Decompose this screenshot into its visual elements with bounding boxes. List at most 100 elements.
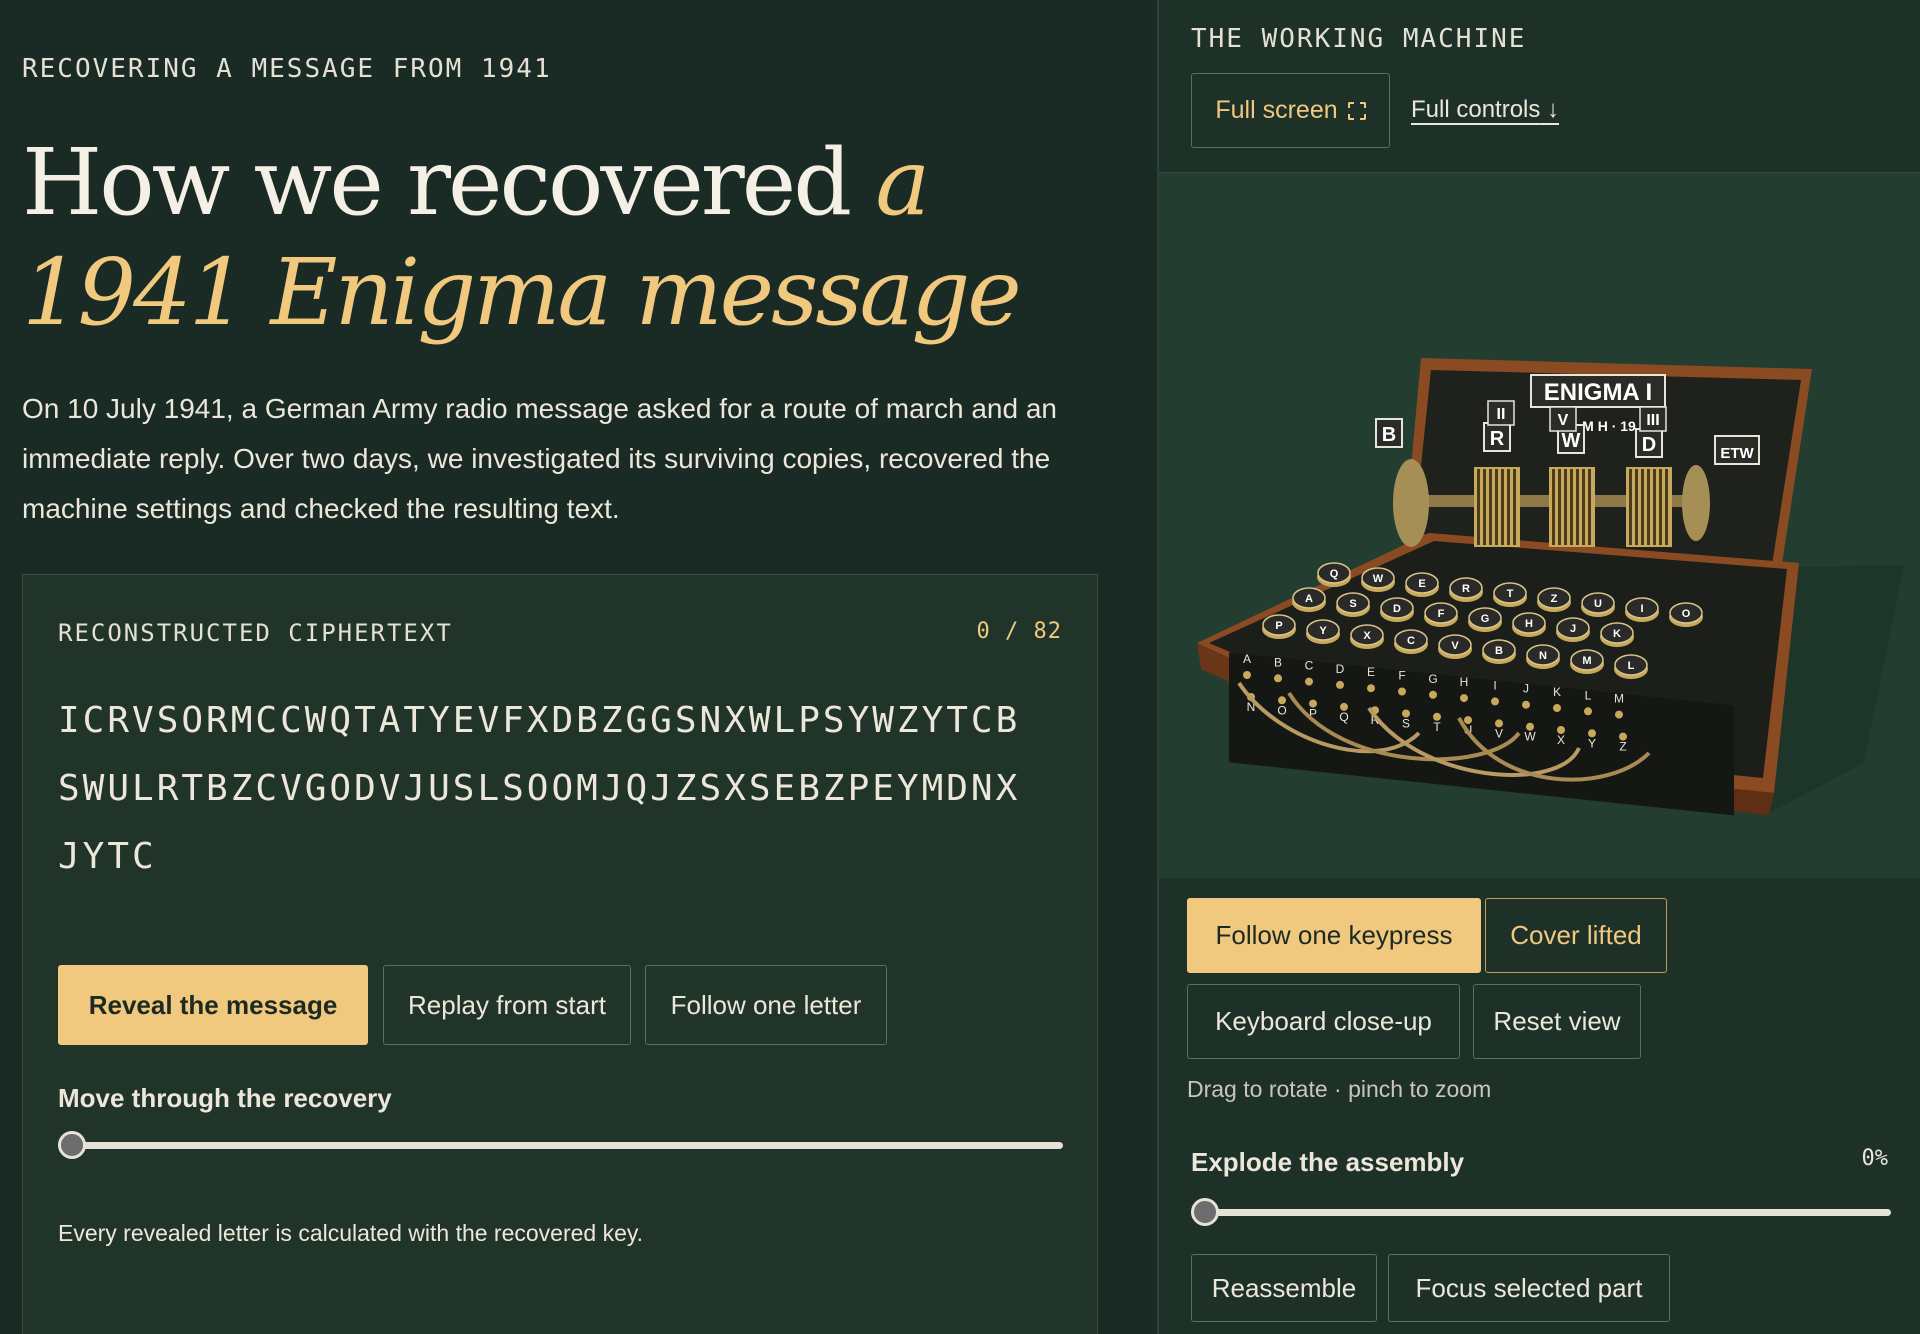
key-letter: U [1594,598,1602,610]
ciphertext-block: ICRVSORMCCWQTATYEVFXDBZGGSNXWLPSYWZYTCB … [58,687,1068,891]
plug-letter: E [1367,665,1375,679]
plug-socket [1243,671,1251,679]
ciphertext-line: SWULRTBZCVGODVJUSLSOOMJQJZSXSEBZPEYMDNX [58,768,1021,809]
rotor-numeral: V [1558,412,1569,429]
ciphertext-line: JYTC [58,836,157,877]
enigma-model[interactable]: ENIGMA I M H · 19 B R W D ETWII V III QWERTZUI… [1159,173,1920,879]
plug-letter: K [1553,685,1561,699]
plug-letter: C [1305,659,1314,673]
reset-view-button[interactable]: Reset view [1473,984,1641,1059]
plug-letter: B [1274,655,1282,669]
plug-socket [1367,684,1375,693]
plug-letter: S [1402,717,1410,731]
headline-plain: How we recovered [22,129,876,236]
recovery-slider[interactable] [58,1131,1063,1161]
reassemble-button[interactable]: Reassemble [1191,1254,1377,1322]
ciphertext-label: RECONSTRUCTED CIPHERTEXT [58,619,453,647]
plug-letter: Y [1588,736,1596,750]
explode-slider[interactable] [1191,1198,1891,1228]
plug-letter: W [1524,730,1536,744]
plug-letter: A [1243,652,1251,666]
plug-letter: V [1495,726,1503,740]
recovery-slider-thumb[interactable] [58,1131,86,1159]
key-letter: Q [1330,568,1339,580]
rotor-label: ETW [1720,445,1754,462]
plug-socket [1491,697,1499,706]
rotor-rib [1641,469,1644,545]
machine-column: THE WORKING MACHINE Full screen Full con… [1157,0,1920,1334]
explode-slider-thumb[interactable] [1191,1198,1219,1226]
full-screen-button[interactable]: Full screen [1191,73,1390,148]
rotor-numeral: III [1646,412,1659,429]
recovery-slider-track[interactable] [58,1142,1063,1149]
follow-keypress-button[interactable]: Follow one keypress [1187,898,1481,973]
enigma-title: ENIGMA I [1544,379,1652,406]
rotor-rib [1507,469,1510,545]
key-letter: N [1539,650,1547,662]
replay-button[interactable]: Replay from start [383,965,631,1045]
focus-part-button[interactable]: Focus selected part [1388,1254,1670,1322]
plug-letter: Z [1619,740,1626,754]
rotor-label: D [1642,434,1656,456]
rotor-rib [1647,469,1650,545]
plug-letter: L [1585,688,1592,702]
rotor-rib [1635,469,1638,545]
rotor-rib [1558,469,1561,545]
explode-slider-track[interactable] [1191,1209,1891,1216]
rotor-rib [1513,469,1516,545]
plug-socket [1522,700,1530,709]
article-eyebrow: RECOVERING A MESSAGE FROM 1941 [22,54,552,84]
follow-letter-button[interactable]: Follow one letter [645,965,887,1045]
page-title: How we recovered a 1941 Enigma message [22,128,1142,348]
rotor-numeral: II [1497,406,1506,423]
plug-letter: X [1557,733,1565,747]
plug-letter: F [1398,669,1405,683]
rotor-end-plate [1393,459,1429,547]
key-letter: P [1275,620,1282,632]
keyboard-closeup-button[interactable]: Keyboard close-up [1187,984,1460,1059]
rotor-plate-text: M H · 19 [1582,418,1636,434]
rotor-rib [1501,469,1504,545]
full-controls-label: Full controls [1411,96,1541,123]
machine-eyebrow: THE WORKING MACHINE [1191,24,1527,54]
reveal-message-button[interactable]: Reveal the message [58,965,368,1045]
rotor-rib [1483,469,1486,545]
rotor-label: B [1382,424,1396,446]
plug-letter: M [1614,692,1624,706]
article-column: RECOVERING A MESSAGE FROM 1941 How we re… [0,0,1157,1334]
rotor-rib [1564,469,1567,545]
plug-socket [1615,710,1623,719]
explode-value: 0% [1861,1146,1889,1171]
rotor-rib [1665,469,1668,545]
key-letter: F [1438,608,1445,620]
plug-letter: H [1460,675,1469,689]
plug-socket [1305,677,1313,686]
intro-paragraph: On 10 July 1941, a German Army radio mes… [22,393,1057,524]
recovery-slider-label: Move through the recovery [58,1083,392,1113]
key-letter: E [1418,578,1425,590]
rotor-rib [1659,469,1662,545]
key-letter: A [1305,593,1313,605]
key-letter: Z [1551,593,1558,605]
letter-counter: 0 / 82 [976,619,1062,644]
cover-lifted-button[interactable]: Cover lifted [1485,898,1667,973]
key-letter: M [1582,655,1591,667]
key-letter: O [1682,608,1691,620]
key-letter: L [1628,660,1635,672]
plug-socket [1460,694,1468,703]
key-letter: B [1495,645,1503,657]
ciphertext-line: ICRVSORMCCWQTATYEVFXDBZGGSNXWLPSYWZYTCB [58,700,1021,741]
rotate-hint: Drag to rotate · pinch to zoom [1187,1076,1492,1102]
plug-letter: T [1433,720,1441,734]
plug-socket [1553,704,1561,712]
machine-3d-viewport[interactable]: ENIGMA I M H · 19 B R W D ETW II V III QWERTZUI… [1159,172,1920,878]
rotor-etw-plate [1682,465,1710,541]
key-letter: T [1507,588,1514,600]
plug-letter: O [1277,703,1286,717]
full-controls-link[interactable]: Full controls ↓ [1411,96,1559,124]
recovery-note: Every revealed letter is calculated with… [58,1220,644,1246]
key-letter: D [1393,603,1401,615]
key-letter: R [1462,583,1470,595]
rotor-rib [1570,469,1573,545]
key-letter: K [1613,628,1621,640]
